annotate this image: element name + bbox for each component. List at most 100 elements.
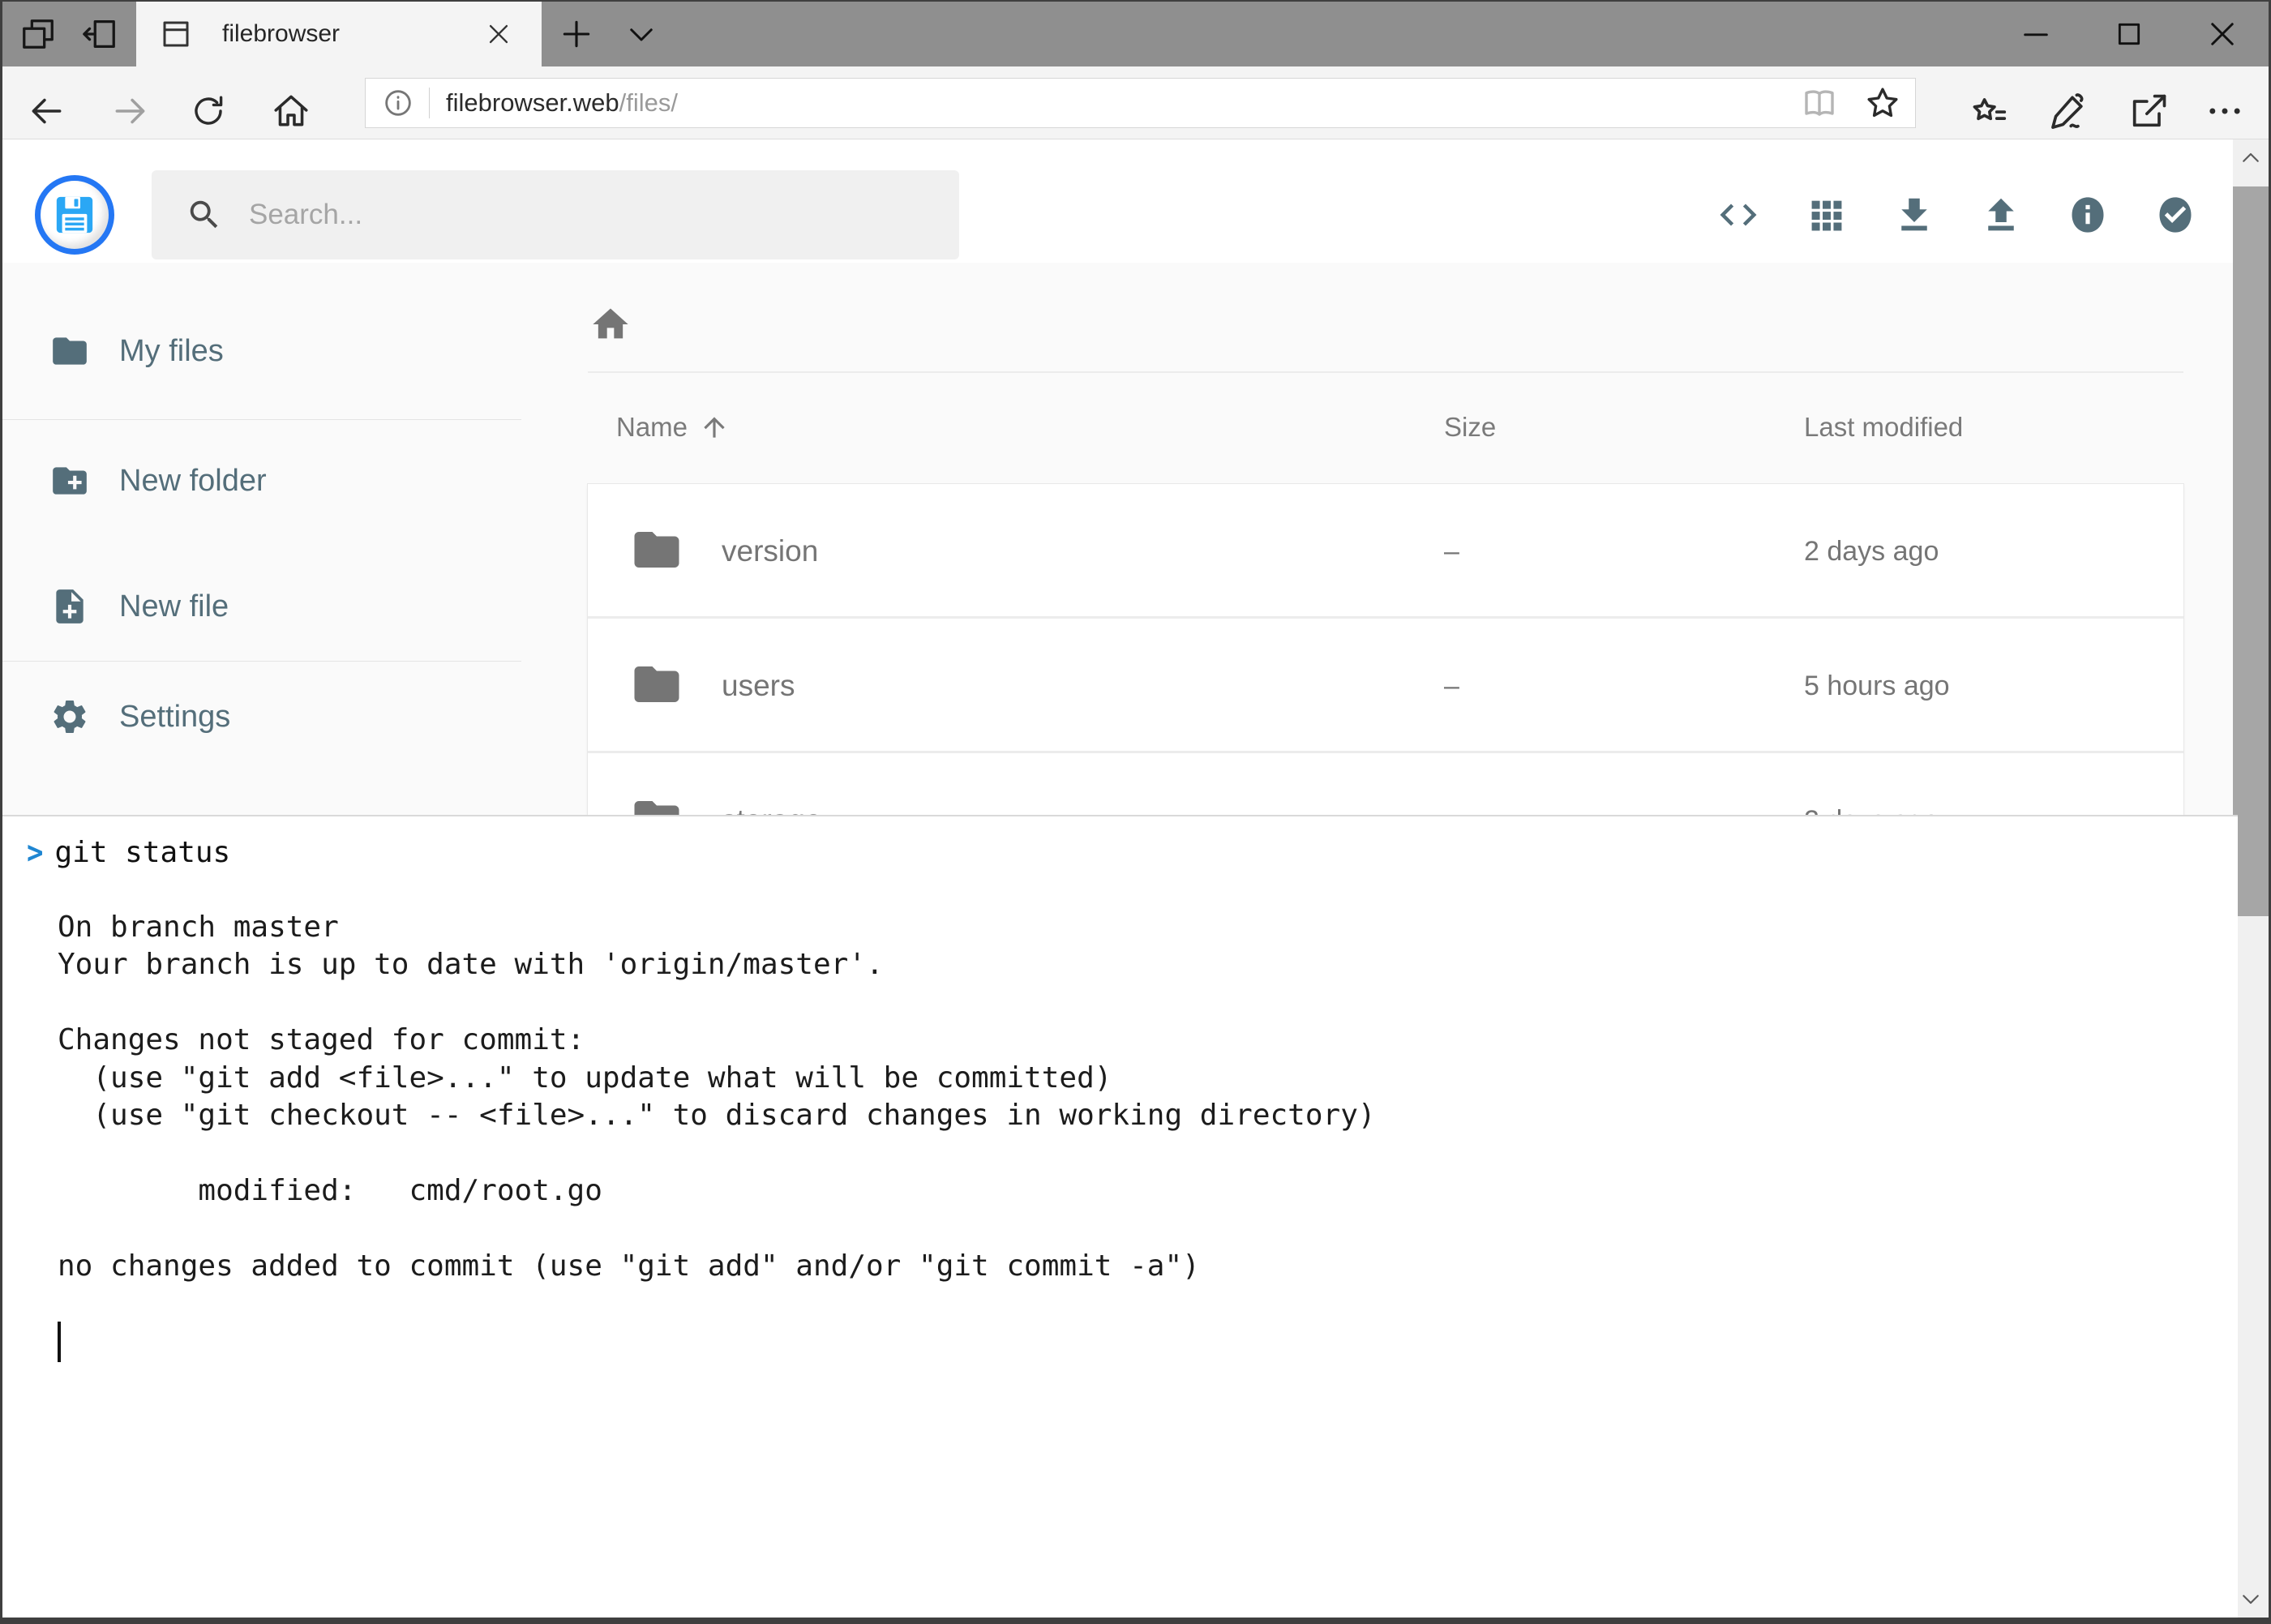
sort-ascending-icon bbox=[699, 412, 730, 443]
search-box[interactable] bbox=[152, 170, 959, 259]
terminal-command: git status bbox=[54, 836, 230, 869]
tab-favicon bbox=[159, 17, 193, 51]
url-path: /files/ bbox=[619, 88, 678, 117]
sidebar-divider bbox=[2, 661, 521, 662]
ellipsis-icon bbox=[2204, 90, 2246, 132]
upload-button[interactable] bbox=[1979, 193, 2023, 237]
terminal-prompt-line: > git status bbox=[27, 833, 230, 872]
tab-list-dropdown-button[interactable] bbox=[612, 2, 671, 66]
sidebar-item-my-files[interactable]: My files bbox=[49, 331, 224, 371]
column-header-size[interactable]: Size bbox=[1444, 412, 1496, 443]
file-size: – bbox=[1444, 536, 1459, 568]
browser-window: filebrowser bbox=[0, 0, 2271, 1624]
info-icon bbox=[2067, 194, 2109, 236]
tab-bar: filebrowser bbox=[2, 2, 2269, 66]
column-header-name[interactable]: Name bbox=[616, 412, 730, 443]
code-icon bbox=[1716, 193, 1760, 237]
terminal-output: On branch master Your branch is up to da… bbox=[58, 871, 1376, 1286]
tab-close-button[interactable] bbox=[478, 14, 519, 54]
folder-plus-icon bbox=[49, 461, 90, 501]
window-controls bbox=[1989, 2, 2269, 66]
table-header: Name Size Last modified bbox=[588, 412, 2183, 449]
file-row-version[interactable]: version – 2 days ago bbox=[588, 484, 2183, 616]
share-button[interactable] bbox=[2120, 85, 2177, 137]
breadcrumb-divider bbox=[588, 371, 2183, 373]
set-aside-icon bbox=[81, 15, 118, 53]
pen-icon bbox=[2047, 90, 2089, 132]
browser-toolbar: filebrowser.web/files/ bbox=[2, 66, 2269, 139]
back-button[interactable] bbox=[20, 85, 72, 137]
gear-icon bbox=[49, 696, 90, 737]
tabs-preview-icon bbox=[19, 15, 57, 53]
page-scrollbar[interactable] bbox=[2233, 139, 2269, 1618]
breadcrumb-home-icon[interactable] bbox=[589, 303, 632, 345]
search-icon bbox=[186, 196, 223, 234]
url-separator bbox=[429, 88, 430, 118]
url-host: filebrowser.web bbox=[446, 88, 619, 117]
refresh-button[interactable] bbox=[182, 85, 234, 137]
floppy-disk-icon bbox=[52, 192, 97, 238]
file-modified: 2 days ago bbox=[1804, 536, 1939, 568]
favorite-star-icon[interactable] bbox=[1862, 82, 1904, 124]
url-text[interactable]: filebrowser.web/files/ bbox=[446, 88, 678, 118]
sidebar-item-new-folder[interactable]: New folder bbox=[49, 461, 267, 501]
scrollbar-thumb[interactable] bbox=[2233, 186, 2269, 916]
forward-button[interactable] bbox=[105, 85, 156, 137]
column-header-modified[interactable]: Last modified bbox=[1804, 412, 1963, 443]
maximize-button[interactable] bbox=[2082, 2, 2175, 66]
page-content: My files New folder New file Settings bbox=[2, 139, 2269, 1618]
file-row-users[interactable]: users – 5 hours ago bbox=[588, 619, 2183, 751]
code-view-button[interactable] bbox=[1716, 193, 1760, 237]
active-tab[interactable]: filebrowser bbox=[136, 2, 542, 66]
hub-star-list-icon bbox=[1968, 90, 2010, 132]
sidebar-item-label: New folder bbox=[119, 464, 267, 499]
address-bar[interactable]: filebrowser.web/files/ bbox=[365, 78, 1916, 128]
sidebar-item-settings[interactable]: Settings bbox=[49, 696, 230, 737]
chevron-down-icon bbox=[624, 17, 658, 51]
favorites-hub-button[interactable] bbox=[1960, 85, 2017, 137]
file-name: users bbox=[722, 669, 795, 703]
prompt-chevron-icon: > bbox=[27, 834, 43, 872]
web-note-pen-button[interactable] bbox=[2040, 85, 2097, 137]
folder-icon bbox=[630, 523, 683, 576]
grid-icon bbox=[1806, 194, 1848, 236]
minimize-button[interactable] bbox=[1989, 2, 2082, 66]
new-tab-button[interactable] bbox=[547, 2, 606, 66]
site-info-icon[interactable] bbox=[382, 87, 414, 119]
file-plus-icon bbox=[49, 586, 90, 627]
file-size: – bbox=[1444, 671, 1459, 702]
sidebar-item-label: Settings bbox=[119, 700, 230, 735]
check-circle-icon bbox=[2154, 194, 2196, 236]
terminal-panel[interactable]: > git status On branch master Your branc… bbox=[2, 815, 2238, 1618]
select-multiple-button[interactable] bbox=[2153, 193, 2197, 237]
scrollbar-up-arrow[interactable] bbox=[2233, 139, 2269, 177]
tab-preview-button[interactable] bbox=[9, 2, 67, 66]
folder-icon bbox=[630, 658, 683, 711]
home-button[interactable] bbox=[265, 85, 317, 137]
grid-view-button[interactable] bbox=[1805, 193, 1849, 237]
app-header bbox=[2, 139, 2233, 263]
sidebar-item-label: New file bbox=[119, 589, 229, 624]
folder-icon bbox=[49, 331, 90, 371]
settings-more-button[interactable] bbox=[2196, 85, 2253, 137]
sidebar-item-new-file[interactable]: New file bbox=[49, 586, 229, 627]
search-input[interactable] bbox=[249, 199, 898, 231]
upload-icon bbox=[1979, 193, 2023, 237]
share-icon bbox=[2127, 90, 2170, 132]
sidebar-divider bbox=[2, 419, 521, 420]
scrollbar-down-arrow[interactable] bbox=[2233, 1580, 2269, 1618]
sidebar-item-label: My files bbox=[119, 334, 224, 369]
info-button[interactable] bbox=[2066, 193, 2110, 237]
tab-title: filebrowser bbox=[222, 20, 478, 48]
set-tabs-aside-button[interactable] bbox=[71, 2, 129, 66]
reading-view-icon[interactable] bbox=[1798, 82, 1840, 124]
plus-icon bbox=[559, 16, 594, 52]
file-name: version bbox=[722, 534, 818, 568]
terminal-cursor bbox=[58, 1322, 61, 1362]
filebrowser-logo[interactable] bbox=[35, 175, 114, 255]
close-window-button[interactable] bbox=[2175, 2, 2269, 66]
file-modified: 5 hours ago bbox=[1804, 671, 1950, 702]
download-button[interactable] bbox=[1892, 193, 1936, 237]
column-name-label: Name bbox=[616, 412, 688, 443]
download-icon bbox=[1892, 193, 1936, 237]
